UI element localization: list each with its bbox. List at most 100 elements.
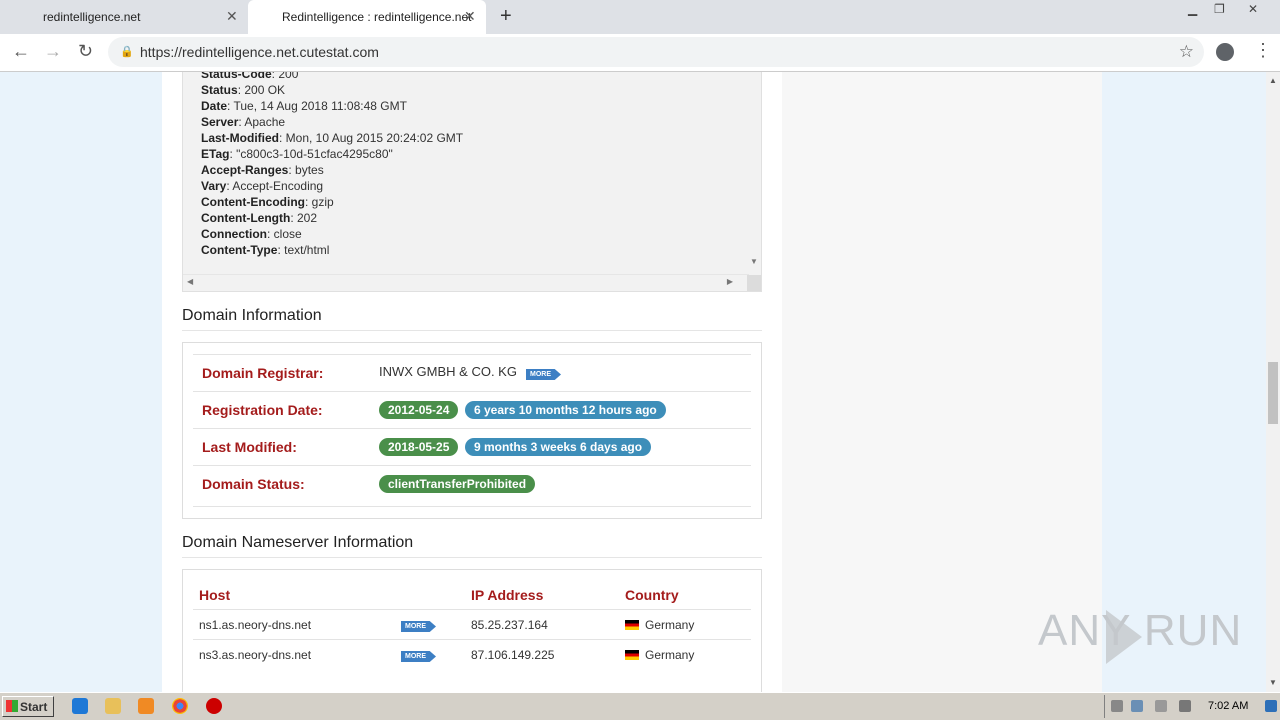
header-line: Accept-Ranges: bytes (201, 163, 324, 177)
page-scrollbar[interactable]: ▲ ▼ (1266, 72, 1280, 692)
status-row: Domain Status: clientTransferProhibited (193, 465, 751, 507)
headers-vertical-scrollbar[interactable]: ▼ (747, 72, 761, 275)
lock-icon: 🔒 (120, 46, 134, 58)
headers-horizontal-scrollbar[interactable]: ◀ ▶ (183, 274, 749, 291)
germany-flag-icon (625, 620, 639, 630)
bookmark-star-icon[interactable]: ☆ (1179, 42, 1194, 62)
modified-label: Last Modified: (202, 439, 297, 455)
show-desktop-icon[interactable] (1265, 700, 1277, 712)
registration-age-badge: 6 years 10 months 12 hours ago (465, 401, 666, 419)
scroll-left-arrow-icon[interactable]: ◀ (187, 277, 193, 286)
tab-title: Redintelligence : redintelligence.net (282, 10, 472, 24)
column-header-country: Country (625, 587, 679, 603)
modified-date-badge: 2018-05-25 (379, 438, 459, 456)
back-arrow-icon[interactable]: ← (12, 41, 30, 62)
scroll-down-arrow-icon[interactable]: ▼ (750, 257, 758, 266)
status-label: Domain Status: (202, 476, 305, 492)
start-label: Start (20, 700, 48, 714)
scrollbar-corner (747, 275, 761, 291)
address-bar[interactable]: 🔒 https://redintelligence.net.cutestat.c… (108, 37, 1204, 67)
table-row: ns1.as.neory-dns.net MORE 85.25.237.164 … (193, 609, 751, 639)
registration-row: Registration Date: 2012-05-24 6 years 10… (193, 391, 751, 428)
forward-arrow-icon[interactable]: → (44, 41, 62, 62)
start-button[interactable]: Start (2, 696, 54, 717)
ns-host: ns1.as.neory-dns.net (199, 618, 312, 632)
ns-ip: 85.25.237.164 (471, 618, 548, 632)
internet-explorer-icon[interactable] (72, 698, 88, 714)
tab-strip: redintelligence.net ✕ Redintelligence : … (0, 0, 1280, 34)
column-header-ip: IP Address (471, 587, 544, 603)
domain-information-title: Domain Information (182, 307, 322, 324)
registration-label: Registration Date: (202, 402, 323, 418)
media-player-icon[interactable] (138, 698, 154, 714)
registrar-row: Domain Registrar: INWX GMBH & CO. KG MOR… (193, 354, 751, 391)
page-viewport: Status-Code: 200 Status: 200 OK Date: Tu… (0, 72, 1266, 692)
restore-icon[interactable]: ❐ (1214, 2, 1225, 16)
column-header-host: Host (199, 587, 231, 603)
header-line: Date: Tue, 14 Aug 2018 11:08:48 GMT (201, 99, 407, 113)
minimize-icon[interactable]: ▁ (1188, 2, 1197, 16)
menu-dots-icon[interactable]: ⋮ (1254, 40, 1272, 61)
modified-row: Last Modified: 2018-05-25 9 months 3 wee… (193, 428, 751, 465)
ns-more-button[interactable]: MORE (401, 621, 436, 632)
registration-date-badge: 2012-05-24 (379, 401, 459, 419)
header-line: Status-Code: 200 (201, 72, 299, 81)
right-sidebar (782, 72, 1102, 692)
status-badge: clientTransferProhibited (379, 475, 536, 493)
ns-country: Germany (645, 648, 695, 662)
main-content: Status-Code: 200 Status: 200 OK Date: Tu… (162, 72, 782, 692)
anyrun-watermark: ANY RUN (1038, 606, 1243, 655)
flag-icon[interactable] (1179, 700, 1191, 712)
header-line: Server: Apache (201, 115, 286, 129)
scroll-right-arrow-icon[interactable]: ▶ (727, 277, 733, 286)
volume-icon[interactable] (1155, 700, 1167, 712)
header-line: ETag: "c800c3-10d-51cfac4295c80" (201, 147, 393, 161)
reload-icon[interactable]: ↻ (78, 41, 93, 62)
windows-taskbar: Start 7:02 AM (0, 692, 1280, 720)
scroll-up-arrow-icon[interactable]: ▲ (1269, 76, 1277, 85)
header-line: Vary: Accept-Encoding (201, 179, 324, 193)
registrar-label: Domain Registrar: (202, 365, 324, 381)
domain-information-card: Domain Registrar: INWX GMBH & CO. KG MOR… (182, 342, 762, 519)
url-text[interactable]: https://redintelligence.net.cutestat.com (140, 44, 379, 60)
header-line: Connection: close (201, 227, 302, 241)
tab-redintelligence[interactable]: redintelligence.net ✕ (0, 0, 246, 34)
nameserver-card: Host IP Address Country ns1.as.neory-dns… (182, 569, 762, 692)
section-divider (182, 557, 762, 558)
tab-title: redintelligence.net (43, 10, 141, 24)
scrollbar-thumb[interactable] (1268, 362, 1278, 424)
windows-logo-icon (6, 700, 18, 712)
clock: 7:02 AM (1208, 700, 1249, 712)
profile-avatar-icon[interactable] (1216, 43, 1234, 61)
ns-ip: 87.106.149.225 (471, 648, 555, 662)
modified-age-badge: 9 months 3 weeks 6 days ago (465, 438, 652, 456)
tray-arrow-icon[interactable] (1111, 700, 1123, 712)
germany-flag-icon (625, 650, 639, 660)
header-line: Content-Length: 202 (201, 211, 318, 225)
registrar-more-button[interactable]: MORE (526, 369, 561, 380)
header-line: Status: 200 OK (201, 83, 286, 97)
tab-redintelligence-cutestat[interactable]: Redintelligence : redintelligence.net ✕ (248, 0, 486, 34)
ns-country: Germany (645, 618, 695, 632)
scroll-down-arrow-icon[interactable]: ▼ (1269, 678, 1277, 687)
nameserver-information-title: Domain Nameserver Information (182, 534, 414, 551)
section-divider (182, 330, 762, 331)
browser-toolbar: ← → ↻ 🔒 https://redintelligence.net.cute… (0, 34, 1280, 72)
tab-close-icon[interactable]: ✕ (464, 8, 476, 25)
network-icon[interactable] (1131, 700, 1143, 712)
plus-icon[interactable]: + (500, 5, 512, 28)
header-line: Content-Type: text/html (201, 243, 330, 257)
folder-icon[interactable] (105, 698, 121, 714)
header-line: Last-Modified: Mon, 10 Aug 2015 20:24:02… (201, 131, 464, 145)
system-tray (1104, 695, 1280, 718)
table-row: ns3.as.neory-dns.net MORE 87.106.149.225… (193, 639, 751, 669)
stop-icon[interactable] (206, 698, 222, 714)
ns-more-button[interactable]: MORE (401, 651, 436, 662)
ns-host: ns3.as.neory-dns.net (199, 648, 312, 662)
tab-close-icon[interactable]: ✕ (226, 8, 238, 25)
header-line: Content-Encoding: gzip (201, 195, 334, 209)
registrar-value: INWX GMBH & CO. KG (379, 364, 517, 379)
http-headers-box: Status-Code: 200 Status: 200 OK Date: Tu… (182, 72, 762, 292)
close-window-icon[interactable]: ✕ (1248, 2, 1258, 16)
chrome-icon[interactable] (172, 698, 188, 714)
